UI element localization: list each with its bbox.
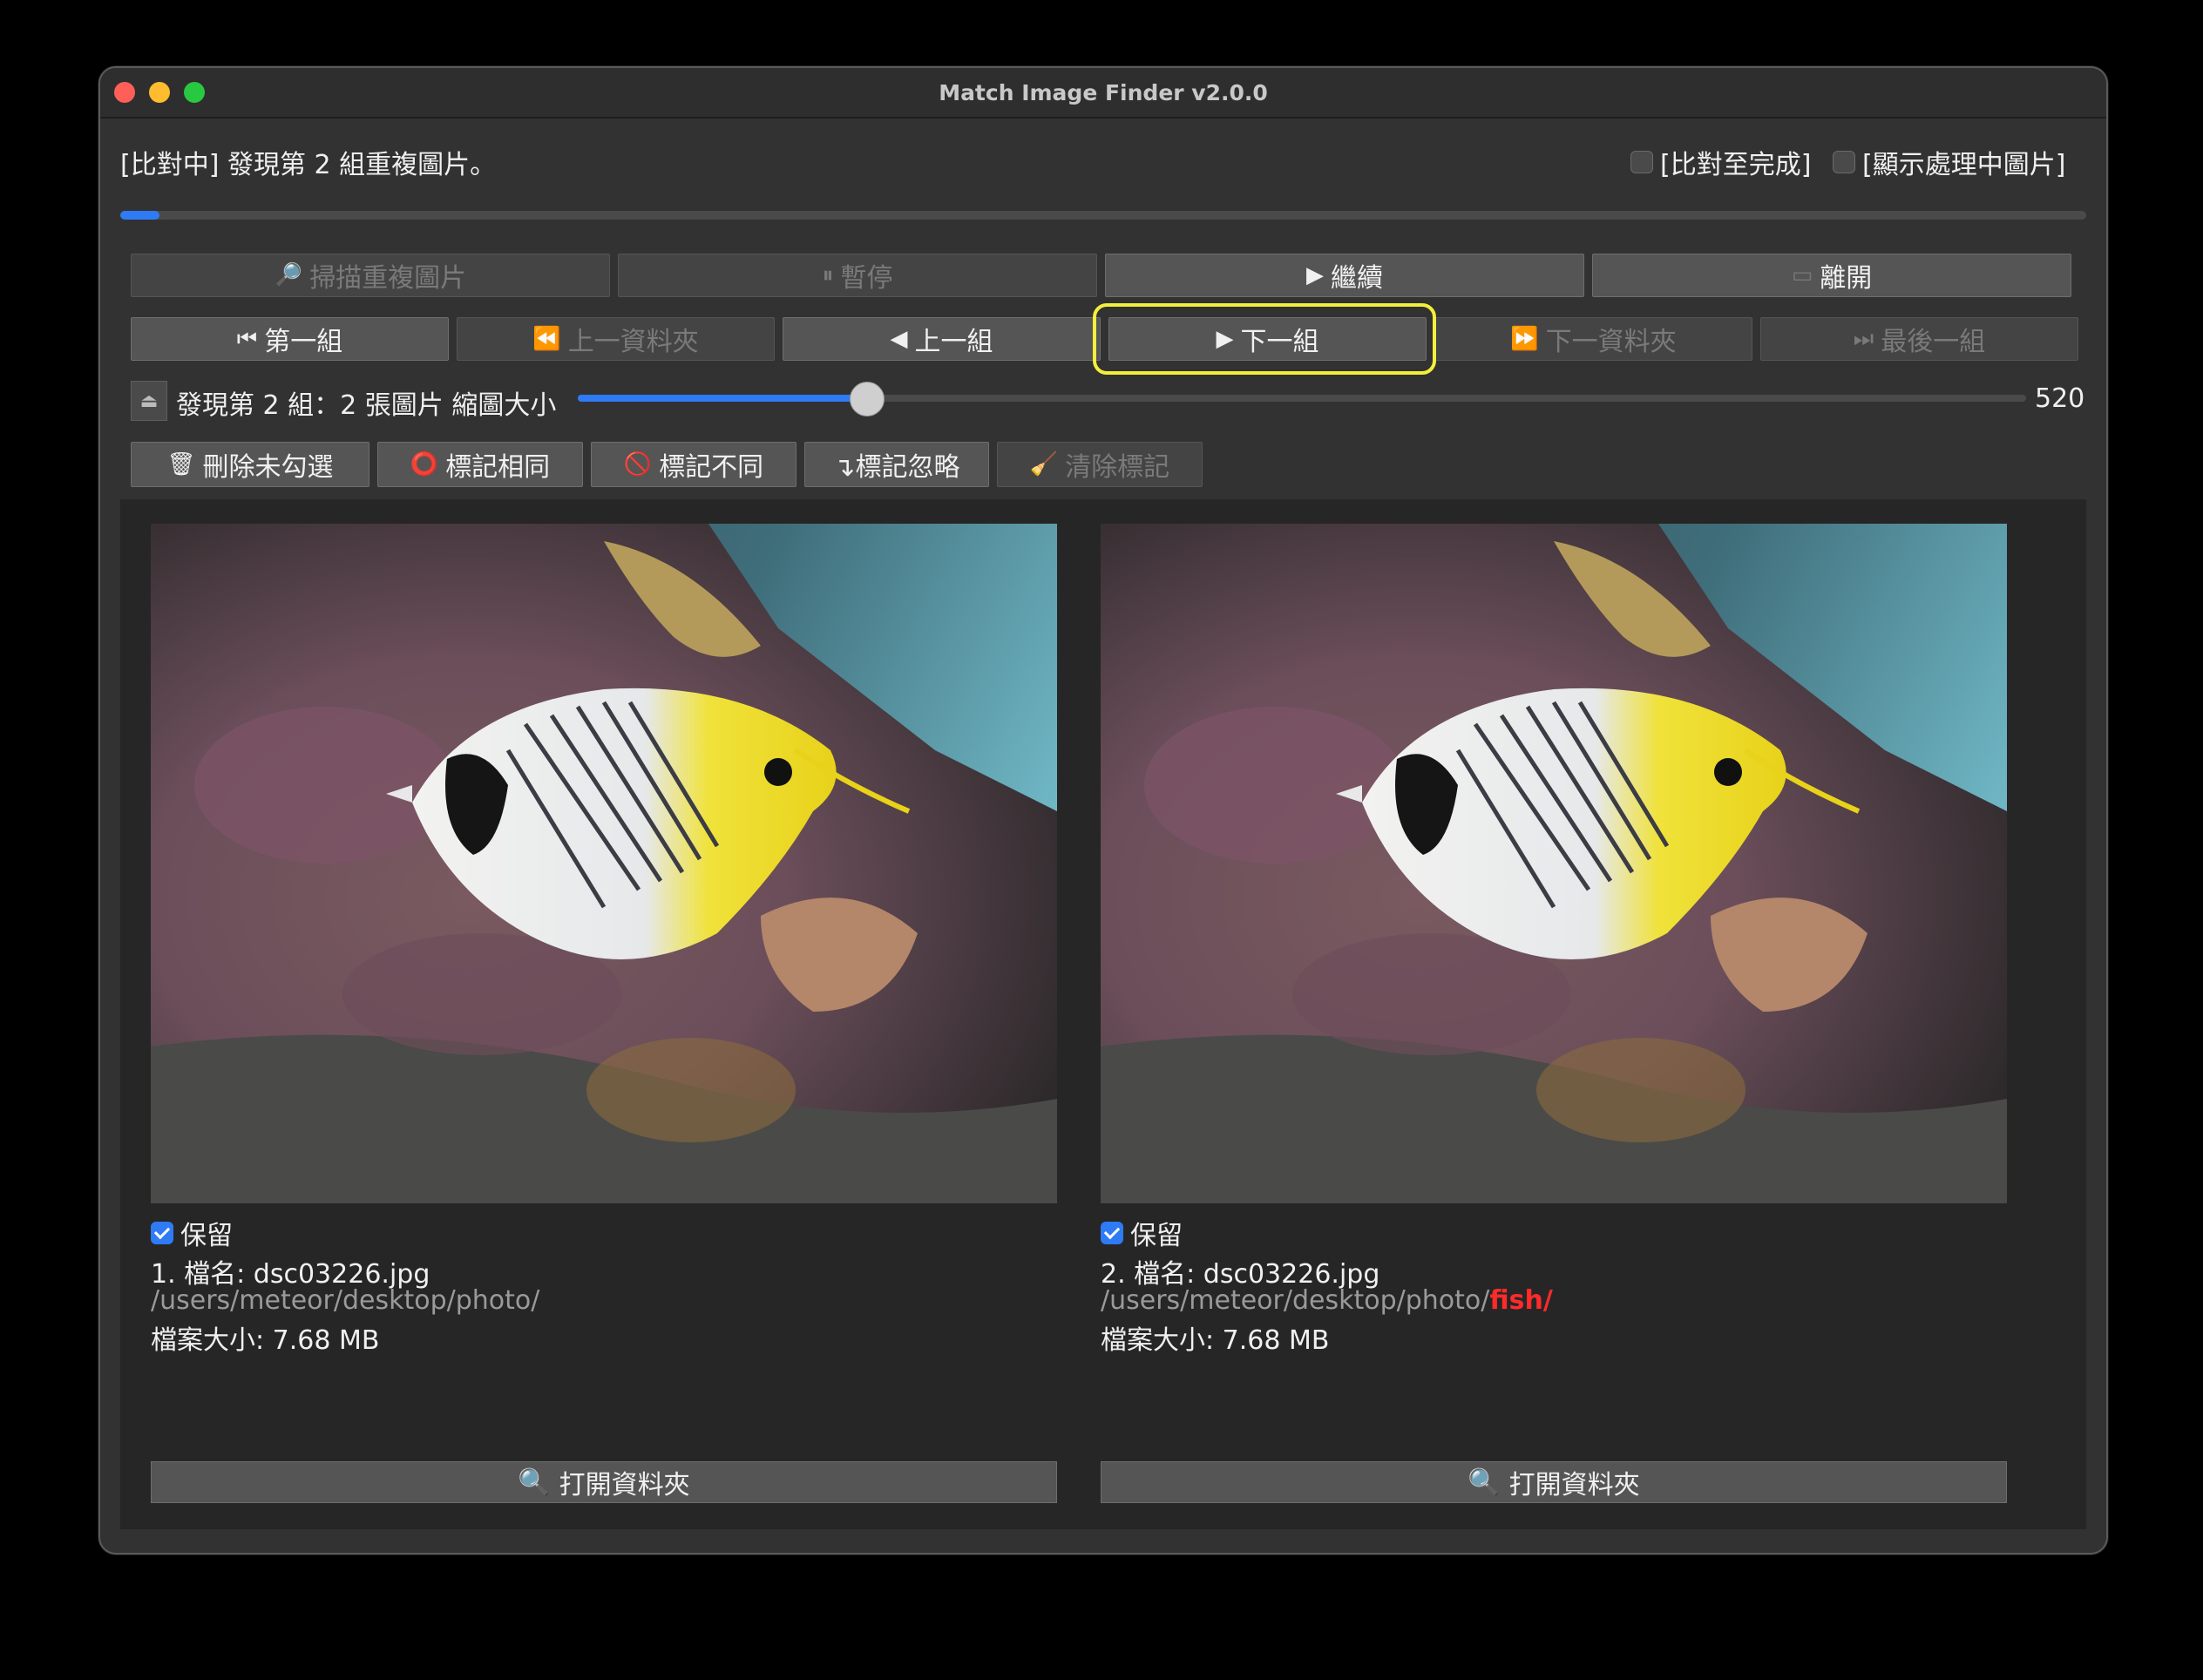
file-size-2: 檔案大小: 7.68 MB xyxy=(1101,1325,1330,1356)
photo-2 xyxy=(1101,524,2007,1203)
file-path-base-1: /users/meteor/desktop/photo/ xyxy=(151,1285,540,1316)
magnifier-icon: 🔍 xyxy=(518,1467,551,1498)
file-path-1: /users/meteor/desktop/photo/ xyxy=(151,1285,539,1316)
pause-icon: ⏸ xyxy=(822,261,834,288)
scan-duplicates-button[interactable]: 🔎 掃描重複圖片 xyxy=(131,254,610,297)
open-folder-button-1[interactable]: 🔍 打開資料夾 xyxy=(151,1461,1057,1503)
file-path-diff-2: fish/ xyxy=(1489,1285,1553,1316)
clear-marks-label: 清除標記 xyxy=(1065,452,1170,483)
thumbnail-size-slider[interactable] xyxy=(578,382,2026,417)
previous-group-button[interactable]: ◀ 上一組 xyxy=(783,317,1101,361)
file-path-base-2: /users/meteor/desktop/photo/ xyxy=(1101,1285,1490,1316)
delete-unchecked-button[interactable]: 🗑 刪除未勾選 xyxy=(131,442,369,487)
keep-option-2[interactable]: 保留 xyxy=(1101,1214,1183,1252)
progress-fill xyxy=(120,211,160,220)
keep-option-1[interactable]: 保留 xyxy=(151,1214,233,1252)
red-circle-icon: ⭕ xyxy=(410,451,439,478)
window-title: Match Image Finder v2.0.0 xyxy=(939,80,1268,105)
show-processing-label: [顯示處理中圖片] xyxy=(1862,150,2066,180)
first-group-label: 第一組 xyxy=(264,327,343,357)
keep-checkbox-1[interactable] xyxy=(151,1222,173,1244)
prohibited-icon: 🚫 xyxy=(623,451,653,478)
open-folder-button-2[interactable]: 🔍 打開資料夾 xyxy=(1101,1461,2007,1503)
rewind-icon: ⏪ xyxy=(532,326,561,352)
magnifier-icon: 🔍 xyxy=(1468,1467,1501,1498)
keep-checkbox-2[interactable] xyxy=(1101,1222,1123,1244)
mark-different-label: 標記不同 xyxy=(659,452,764,483)
delete-unchecked-label: 刪除未勾選 xyxy=(202,452,334,483)
last-group-button[interactable]: ⏭ 最後一組 xyxy=(1760,317,2078,361)
next-group-highlight xyxy=(1093,303,1436,375)
open-folder-label-1: 打開資料夾 xyxy=(559,1470,690,1500)
magnifier-icon: 🔎 xyxy=(274,262,303,288)
trash-icon: 🗑 xyxy=(166,451,196,478)
keep-label-2: 保留 xyxy=(1130,1221,1183,1251)
photo-1 xyxy=(151,524,1057,1203)
skip-last-icon: ⏭ xyxy=(1853,325,1874,352)
title-bar: Match Image Finder v2.0.0 xyxy=(100,68,2106,119)
mark-same-button[interactable]: ⭕ 標記相同 xyxy=(377,442,583,487)
slider-fill xyxy=(578,395,868,402)
first-group-button[interactable]: ⏮ 第一組 xyxy=(131,317,449,361)
previous-folder-button[interactable]: ⏪ 上一資料夾 xyxy=(457,317,775,361)
next-folder-label: 下一資料夾 xyxy=(1545,327,1677,357)
resume-button[interactable]: ▶ 繼續 xyxy=(1105,254,1584,297)
compare-to-end-label: [比對至完成] xyxy=(1660,150,1812,180)
slider-thumb[interactable] xyxy=(850,382,885,417)
file-size-1: 檔案大小: 7.68 MB xyxy=(151,1325,380,1356)
mark-ignore-label: ↴標記忽略 xyxy=(833,452,960,483)
file-path-2: /users/meteor/desktop/photo/fish/ xyxy=(1101,1285,1553,1316)
last-group-label: 最後一組 xyxy=(1881,327,1986,357)
pause-button[interactable]: ⏸ 暫停 xyxy=(618,254,1097,297)
triangle-left-icon: ◀ xyxy=(890,326,908,352)
mark-same-label: 標記相同 xyxy=(445,452,551,483)
quit-button[interactable]: ▭ 離開 xyxy=(1592,254,2071,297)
previous-group-label: 上一組 xyxy=(914,327,993,357)
pause-label: 暫停 xyxy=(840,263,893,294)
eject-icon[interactable]: ⏏ xyxy=(131,381,167,421)
show-processing-checkbox[interactable] xyxy=(1833,151,1855,173)
status-message: [比對中] 發現第 2 組重複圖片。 xyxy=(120,150,497,180)
image-compare-area: 保留 1. 檔名: dsc03226.jpg /users/meteor/des… xyxy=(120,499,2086,1529)
mark-different-button[interactable]: 🚫 標記不同 xyxy=(591,442,796,487)
keep-label-1: 保留 xyxy=(180,1221,233,1251)
previous-folder-label: 上一資料夾 xyxy=(567,327,699,357)
clear-marks-button[interactable]: 🧹 清除標記 xyxy=(997,442,1203,487)
skip-first-icon: ⏮ xyxy=(236,325,258,352)
scan-duplicates-label: 掃描重複圖片 xyxy=(309,263,467,294)
mark-ignore-button[interactable]: ↴標記忽略 xyxy=(804,442,989,487)
play-icon: ▶ xyxy=(1306,262,1324,288)
next-folder-button[interactable]: ⏩ 下一資料夾 xyxy=(1434,317,1752,361)
open-folder-label-2: 打開資料夾 xyxy=(1508,1470,1640,1500)
resume-label: 繼續 xyxy=(1331,263,1383,294)
app-window: Match Image Finder v2.0.0 [比對中] 發現第 2 組重… xyxy=(98,66,2108,1555)
exit-icon: ▭ xyxy=(1791,262,1813,288)
show-processing-option[interactable]: [顯示處理中圖片] xyxy=(1833,143,2065,181)
quit-label: 離開 xyxy=(1820,263,1873,294)
thumbnail-size-value: 520 xyxy=(2035,383,2085,414)
broom-icon: 🧹 xyxy=(1029,451,1059,478)
scan-progress-bar xyxy=(120,211,2086,220)
compare-to-end-option[interactable]: [比對至完成] xyxy=(1630,143,1811,181)
fast-forward-icon: ⏩ xyxy=(1510,326,1539,352)
compare-to-end-checkbox[interactable] xyxy=(1630,151,1653,173)
group-info-label: 發現第 2 組：2 張圖片 縮圖大小 xyxy=(176,390,557,421)
